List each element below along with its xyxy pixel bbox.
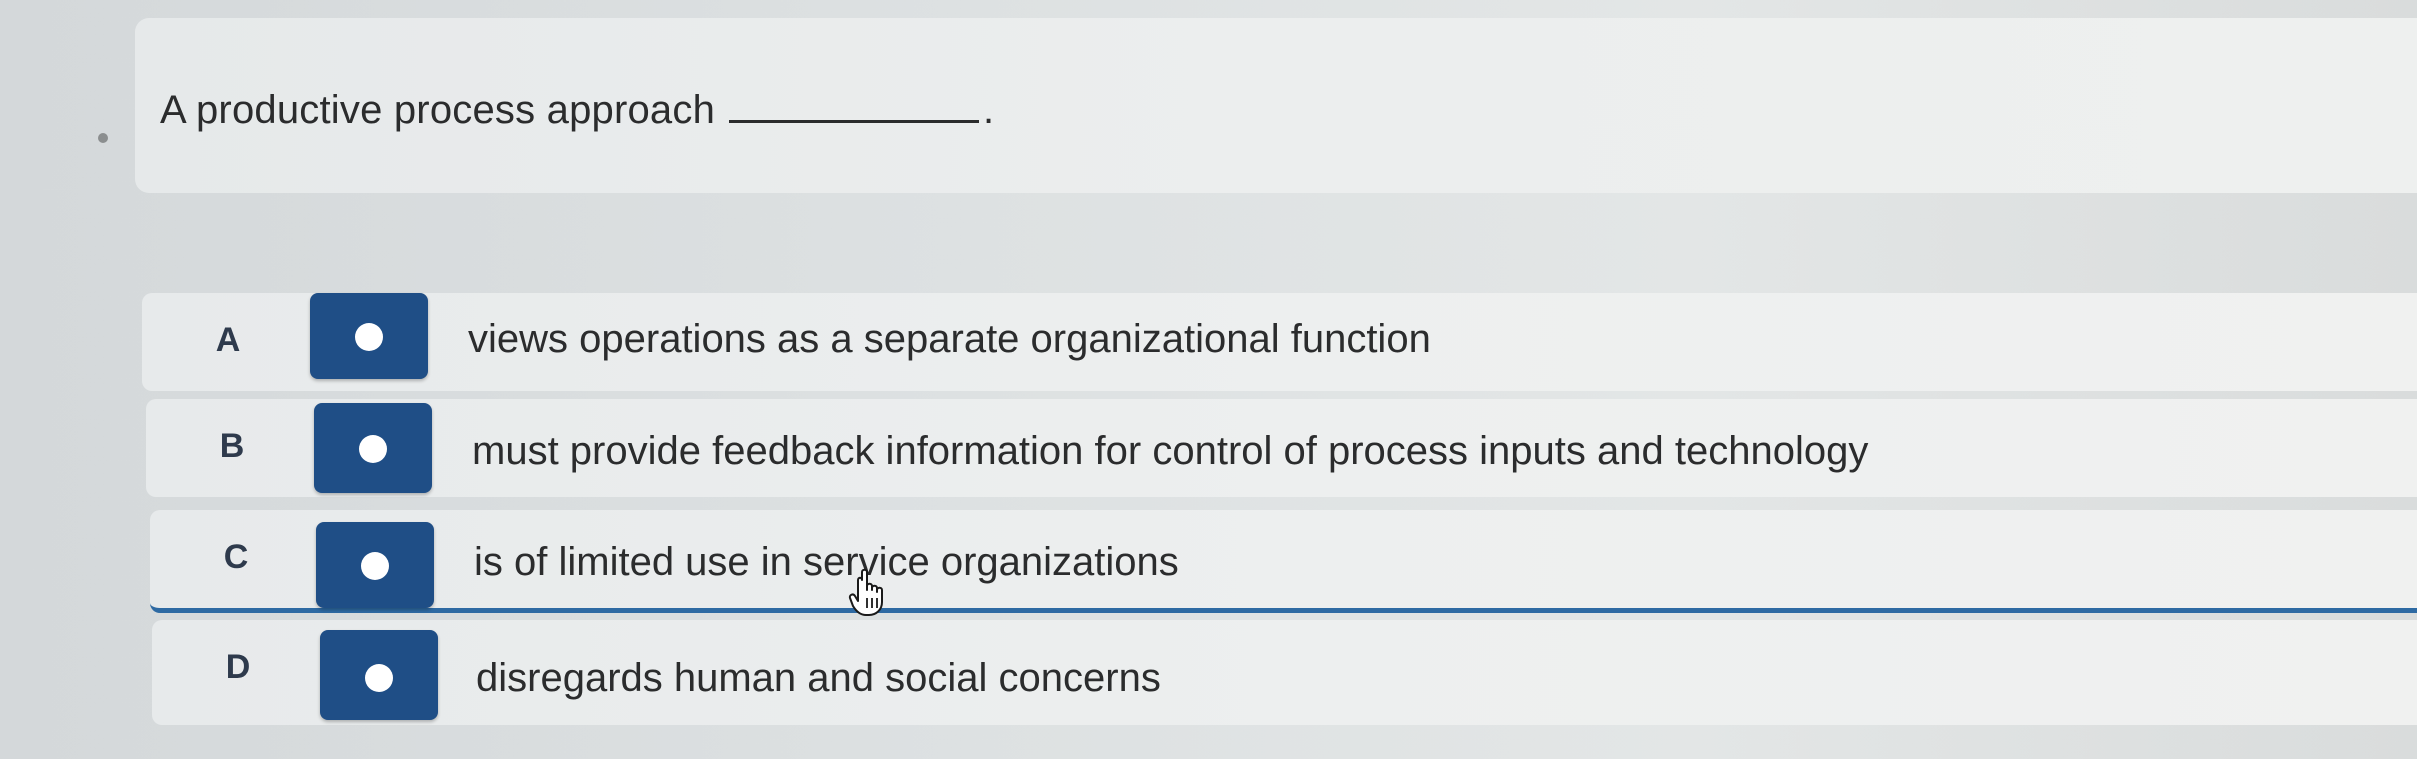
option-text: views operations as a separate organizat… xyxy=(468,317,1431,361)
answer-blank xyxy=(729,90,980,123)
option-letter: B xyxy=(219,427,245,465)
radio-button-icon xyxy=(365,664,393,692)
question-bullet-icon xyxy=(98,133,108,143)
radio-button-c[interactable] xyxy=(316,522,434,608)
answer-option-c[interactable]: C is of limited use in service organizat… xyxy=(150,510,2417,613)
option-letter: A xyxy=(215,321,241,359)
answer-option-d[interactable]: D disregards human and social concerns xyxy=(152,620,2417,725)
radio-button-b[interactable] xyxy=(314,403,432,493)
answer-option-a[interactable]: A views operations as a separate organiz… xyxy=(142,293,2417,391)
radio-button-icon xyxy=(359,435,387,463)
option-letter: C xyxy=(223,538,249,576)
option-letter: D xyxy=(225,648,251,686)
radio-button-icon xyxy=(361,552,389,580)
radio-button-a[interactable] xyxy=(310,293,428,379)
answer-option-b[interactable]: B must provide feedback information for … xyxy=(146,399,2417,497)
radio-button-icon xyxy=(355,323,383,351)
option-text: disregards human and social concerns xyxy=(476,656,1161,700)
option-text: must provide feedback information for co… xyxy=(472,429,1869,473)
option-text: is of limited use in service organizatio… xyxy=(474,540,1179,584)
question-text: A productive process approach xyxy=(160,88,716,132)
question-prompt: A productive process approach. xyxy=(160,88,994,133)
hand-pointer-icon xyxy=(848,568,883,616)
radio-button-d[interactable] xyxy=(320,630,438,720)
question-period: . xyxy=(983,88,995,132)
